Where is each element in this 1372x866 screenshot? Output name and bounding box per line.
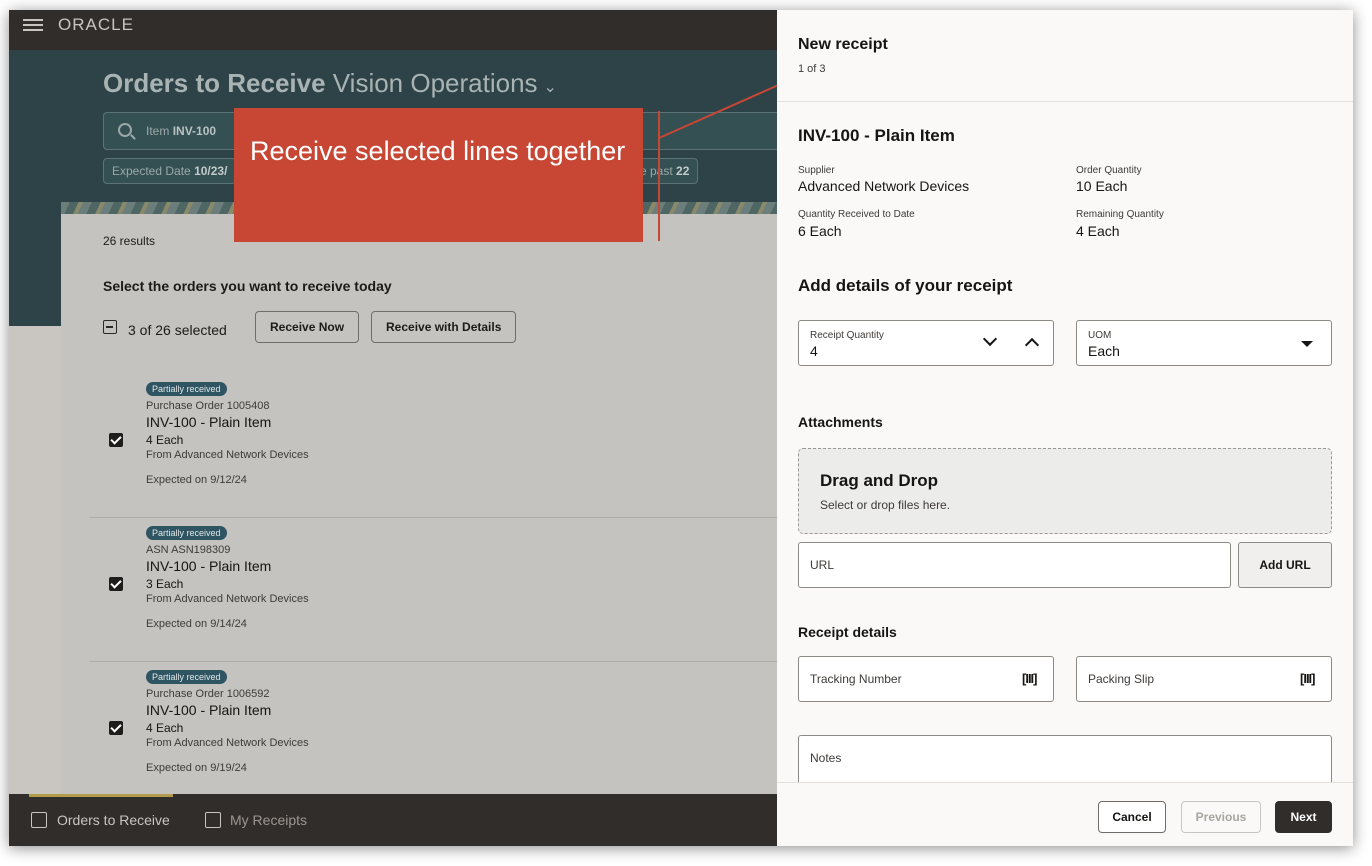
expected-date: Expected on 9/12/24 — [146, 474, 247, 486]
chevron-down-icon[interactable]: ⌄ — [544, 79, 557, 96]
supplier-text: From Advanced Network Devices — [146, 449, 309, 461]
filter-label: e past — [640, 164, 673, 178]
row-checkbox[interactable] — [109, 433, 123, 447]
receive-with-details-button[interactable]: Receive with Details — [371, 311, 517, 343]
attachments-heading: Attachments — [798, 414, 883, 430]
row-checkbox[interactable] — [109, 721, 123, 735]
tracking-placeholder: Tracking Number — [810, 672, 902, 686]
item-quantity: 3 Each — [146, 577, 184, 591]
bottom-nav: Orders to Receive My Receipts — [9, 794, 777, 846]
order-reference: Purchase Order 1005408 — [146, 400, 270, 412]
url-field[interactable]: URL — [798, 542, 1231, 588]
list-heading: Select the orders you want to receive to… — [103, 278, 392, 294]
list-item[interactable]: Partially received Purchase Order 100540… — [89, 374, 777, 518]
order-quantity-value: 10 Each — [1076, 178, 1128, 194]
list-item[interactable]: Partially received ASN ASN198309 INV-100… — [89, 518, 777, 662]
add-url-button[interactable]: Add URL — [1238, 542, 1332, 588]
select-all-checkbox[interactable] — [103, 320, 117, 334]
chevron-down-icon[interactable] — [982, 331, 998, 347]
tracking-number-field[interactable]: Tracking Number [III] — [798, 656, 1054, 702]
truck-icon — [31, 812, 47, 828]
drawer-counter: 1 of 3 — [798, 63, 826, 75]
item-name: INV-100 - Plain Item — [146, 414, 272, 430]
remaining-value: 4 Each — [1076, 223, 1120, 239]
receipt-quantity-label: Receipt Quantity — [810, 330, 884, 341]
receive-now-button[interactable]: Receive Now — [255, 311, 360, 343]
chevron-up-icon[interactable] — [1024, 337, 1040, 353]
status-badge: Partially received — [146, 382, 227, 396]
item-quantity: 4 Each — [146, 433, 184, 447]
supplier-text: From Advanced Network Devices — [146, 737, 309, 749]
supplier-label: Supplier — [798, 165, 835, 176]
uom-select[interactable]: UOM Each — [1076, 320, 1332, 366]
app-window: ORACLE Orders to Receive Vision Operatio… — [9, 10, 1353, 846]
oracle-logo: ORACLE — [58, 15, 134, 34]
row-checkbox[interactable] — [109, 577, 123, 591]
search-chip-value: INV-100 — [172, 124, 217, 138]
expected-date: Expected on 9/14/24 — [146, 618, 247, 630]
notes-placeholder: Notes — [810, 751, 842, 765]
drawer-header: New receipt 1 of 3 — [777, 10, 1353, 102]
filter-value: 22 — [676, 164, 690, 178]
cancel-button[interactable]: Cancel — [1098, 801, 1166, 833]
hamburger-menu-icon[interactable] — [23, 16, 43, 36]
tab-orders-to-receive[interactable]: Orders to Receive — [57, 812, 170, 828]
caret-down-icon — [1301, 341, 1313, 347]
barcode-scan-icon[interactable]: [III] — [1300, 671, 1318, 687]
supplier-text: From Advanced Network Devices — [146, 593, 309, 605]
search-chip[interactable]: Item INV-100 — [146, 124, 216, 138]
selected-count: 3 of 26 selected — [128, 322, 227, 338]
item-name: INV-100 - Plain Item — [146, 558, 272, 574]
active-tab-indicator — [29, 794, 173, 797]
org-name: Vision Operations — [332, 68, 538, 98]
item-name: INV-100 - Plain Item — [146, 702, 272, 718]
filter-value: 10/23/ — [194, 164, 228, 178]
item-title: INV-100 - Plain Item — [798, 126, 955, 145]
order-reference: ASN ASN198309 — [146, 544, 231, 556]
search-chip-label: Item — [146, 124, 170, 138]
uom-label: UOM — [1088, 330, 1112, 341]
receipt-quantity-value: 4 — [810, 343, 818, 359]
packing-slip-field[interactable]: Packing Slip [III] — [1076, 656, 1332, 702]
drop-subtitle: Select or drop files here. — [820, 498, 951, 512]
filter-label: Expected Date — [112, 164, 191, 178]
tab-my-receipts[interactable]: My Receipts — [230, 812, 307, 828]
uom-value: Each — [1088, 343, 1120, 359]
top-bar: ORACLE — [9, 10, 777, 50]
remaining-label: Remaining Quantity — [1076, 209, 1164, 220]
status-badge: Partially received — [146, 670, 227, 684]
list-item[interactable]: Partially received Purchase Order 100659… — [89, 662, 777, 806]
drop-title: Drag and Drop — [820, 471, 939, 490]
packing-placeholder: Packing Slip — [1088, 672, 1155, 686]
drawer-footer: Cancel Previous Next — [777, 782, 1353, 846]
file-drop-zone[interactable]: Drag and Drop Select or drop files here. — [798, 448, 1332, 534]
receipt-icon — [205, 812, 221, 828]
order-reference: Purchase Order 1006592 — [146, 688, 270, 700]
expected-date: Expected on 9/19/24 — [146, 762, 247, 774]
drawer-title: New receipt — [798, 36, 888, 53]
status-badge: Partially received — [146, 526, 227, 540]
received-value: 6 Each — [798, 223, 842, 239]
results-count: 26 results — [103, 234, 156, 248]
new-receipt-drawer: New receipt 1 of 3 INV-100 - Plain Item … — [777, 10, 1353, 846]
item-quantity: 4 Each — [146, 721, 184, 735]
url-placeholder: URL — [810, 558, 835, 572]
previous-button[interactable]: Previous — [1181, 801, 1261, 833]
order-quantity-label: Order Quantity — [1076, 165, 1142, 176]
page-title-bold: Orders to Receive — [103, 68, 326, 98]
barcode-scan-icon[interactable]: [III] — [1022, 671, 1040, 687]
filter-expected-date[interactable]: Expected Date 10/23/ — [103, 158, 237, 184]
receipt-details-heading: Receipt details — [798, 624, 897, 640]
tutorial-callout: Receive selected lines together — [234, 108, 643, 242]
details-heading: Add details of your receipt — [798, 276, 1013, 295]
next-button[interactable]: Next — [1275, 801, 1332, 833]
supplier-value: Advanced Network Devices — [798, 178, 970, 194]
search-icon — [118, 123, 132, 137]
receipt-quantity-stepper[interactable]: Receipt Quantity 4 — [798, 320, 1054, 366]
orders-list: 26 results Select the orders you want to… — [61, 214, 777, 814]
received-label: Quantity Received to Date — [798, 209, 915, 220]
callout-text: Receive selected lines together — [250, 136, 626, 166]
page-title[interactable]: Orders to Receive Vision Operations ⌄ — [103, 68, 557, 99]
